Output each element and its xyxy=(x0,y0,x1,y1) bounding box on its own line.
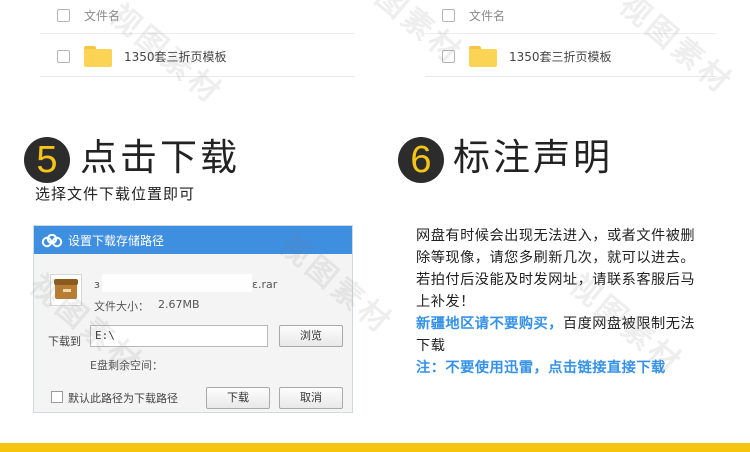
file-name-prefix: з xyxy=(94,278,100,291)
free-space-redaction xyxy=(158,354,218,370)
free-space-label: E盘剩余空间： xyxy=(90,359,163,372)
file-row-name[interactable]: 1350套三折页模板 xyxy=(124,48,227,65)
notice-thunder-warning: 注：不要使用迅雷，点击链接直接下载 xyxy=(416,360,666,376)
notice-block: 网盘有时候会出现无法进入，或者文件被删除等现像，请您多刷新几次，就可以进去。若拍… xyxy=(416,225,706,379)
select-all-checkbox[interactable] xyxy=(57,8,70,22)
folder-icon xyxy=(84,46,112,67)
file-list-header: 文件名 xyxy=(425,2,717,34)
file-row[interactable]: 1350套三折页模板 xyxy=(425,37,717,77)
notice-paragraph: 网盘有时候会出现无法进入，或者文件被删除等现像，请您多刷新几次，就可以进去。若拍… xyxy=(416,228,696,310)
file-row-checkbox[interactable] xyxy=(442,50,455,63)
file-size-value: 2.67MB xyxy=(158,298,200,311)
file-list-panel-left: 文件名 1350套三折页模板 xyxy=(40,0,355,82)
cancel-button[interactable]: 取消 xyxy=(279,387,343,409)
step-5-subtitle: 选择文件下载位置即可 xyxy=(35,185,196,203)
file-row[interactable]: 1350套三折页模板 xyxy=(40,37,355,77)
step-5-badge: 5 xyxy=(24,137,70,183)
step-6-title: 标注声明 xyxy=(453,136,613,179)
file-size-label: 文件大小： xyxy=(94,300,149,313)
bottom-accent-bar xyxy=(0,443,750,452)
select-all-checkbox[interactable] xyxy=(442,8,455,22)
download-button[interactable]: 下载 xyxy=(206,387,270,409)
browse-button[interactable]: 浏览 xyxy=(279,325,343,347)
file-list-panel-right: 文件名 1350套三折页模板 xyxy=(425,0,717,82)
download-path-dialog: 设置下载存储路径 з ε.rar 文件大小： 2.67MB 下载到 E:\ 浏览… xyxy=(33,225,353,413)
file-row-name[interactable]: 1350套三折页模板 xyxy=(509,48,612,65)
step-5-title: 点击下载 xyxy=(80,136,240,179)
file-row-checkbox[interactable] xyxy=(57,50,70,63)
baidu-cloud-icon xyxy=(41,233,63,248)
dialog-title: 设置下载存储路径 xyxy=(68,233,165,248)
default-path-checkbox[interactable] xyxy=(51,391,63,403)
column-header-filename[interactable]: 文件名 xyxy=(469,7,505,24)
file-name-suffix: ε.rar xyxy=(252,278,278,291)
save-to-label: 下载到 xyxy=(48,335,81,348)
file-list-header: 文件名 xyxy=(40,2,355,34)
save-path-input[interactable]: E:\ xyxy=(90,325,268,347)
notice-region-warning: 新疆地区请不要购买， xyxy=(416,316,563,332)
file-name-redaction xyxy=(102,274,252,292)
step-6-badge: 6 xyxy=(398,137,444,183)
notice-region-line: 新疆地区请不要购买，百度网盘被限制无法下载 xyxy=(416,313,706,357)
folder-icon xyxy=(469,46,497,67)
dialog-titlebar[interactable]: 设置下载存储路径 xyxy=(34,226,352,254)
archive-file-icon xyxy=(50,274,82,306)
column-header-filename[interactable]: 文件名 xyxy=(84,7,120,24)
default-path-label[interactable]: 默认此路径为下载路径 xyxy=(68,390,178,406)
